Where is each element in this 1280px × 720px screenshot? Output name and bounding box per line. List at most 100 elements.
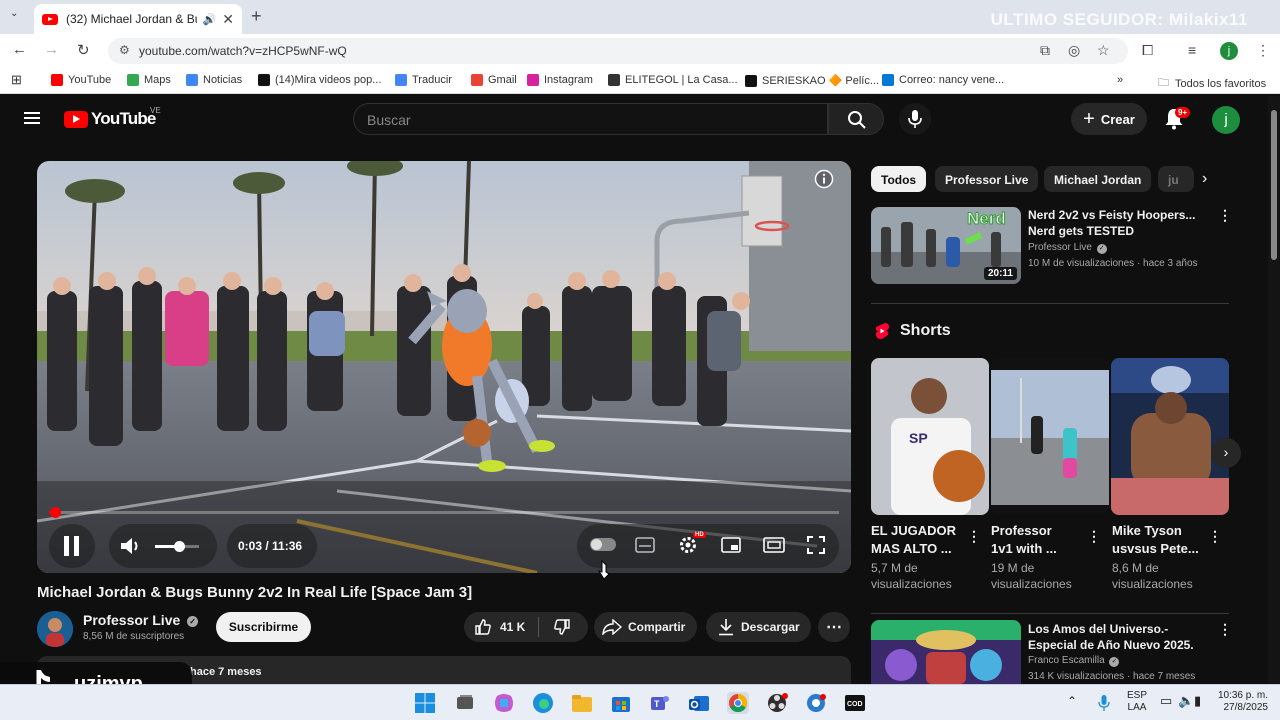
- microsoft-store-icon[interactable]: [610, 692, 632, 714]
- close-icon[interactable]: ✕: [222, 11, 234, 28]
- browser-tab-youtube[interactable]: (32) Michael Jordan & Bugs 🔊 ✕: [34, 4, 242, 34]
- youtube-logo[interactable]: YouTube: [64, 109, 156, 129]
- task-view-icon[interactable]: [454, 692, 476, 714]
- shorts-next-button[interactable]: ›: [1211, 438, 1241, 468]
- search-input[interactable]: Buscar: [353, 103, 828, 135]
- tab-search-icon[interactable]: ⌄: [10, 8, 18, 19]
- recommended-title-line1[interactable]: Nerd 2v2 vs Feisty Hoopers...: [1028, 207, 1195, 223]
- back-icon[interactable]: ←: [12, 41, 27, 58]
- bookmark-item[interactable]: Correo: nancy vene...: [882, 74, 1004, 86]
- browser-profile-avatar[interactable]: j: [1220, 42, 1238, 60]
- recommended-thumbnail[interactable]: [871, 620, 1021, 684]
- short-title-line1[interactable]: Mike Tyson: [1112, 522, 1208, 539]
- page-scrollbar[interactable]: [1268, 96, 1280, 684]
- install-app-icon[interactable]: ⧉: [1040, 42, 1050, 59]
- short-title-line1[interactable]: EL JUGADOR: [871, 522, 967, 539]
- chip-michael-jordan[interactable]: Michael Jordan: [1044, 166, 1152, 192]
- create-button[interactable]: + Crear: [1071, 103, 1147, 135]
- obs-studio-icon[interactable]: [766, 692, 788, 714]
- bookmark-item[interactable]: Instagram: [527, 74, 593, 86]
- bookmark-star-icon[interactable]: ☆: [1097, 42, 1110, 59]
- tab-audio-icon[interactable]: 🔊: [203, 13, 217, 26]
- settings-gear-icon[interactable]: [678, 535, 698, 555]
- show-hidden-icons-icon[interactable]: ⌃: [1067, 695, 1077, 707]
- bookmark-item[interactable]: Traducir: [395, 74, 452, 86]
- avatar[interactable]: j: [1212, 106, 1240, 134]
- edge-browser-icon[interactable]: [532, 692, 554, 714]
- scrollbar-thumb[interactable]: [1271, 110, 1277, 260]
- info-icon[interactable]: [814, 169, 834, 189]
- volume-control[interactable]: [109, 524, 217, 568]
- chrome-icon[interactable]: [727, 692, 749, 714]
- volume-tray-icon[interactable]: 🔈: [1178, 694, 1194, 707]
- bookmark-item[interactable]: YouTube: [51, 74, 111, 86]
- forward-icon[interactable]: →: [44, 41, 59, 58]
- subscribe-button[interactable]: Suscribirme: [216, 612, 311, 642]
- reading-list-icon[interactable]: ≡: [1188, 42, 1196, 58]
- chip-todos[interactable]: Todos: [871, 166, 927, 192]
- recommended-title-line2[interactable]: Especial de Año Nuevo 2025.: [1028, 637, 1194, 653]
- recommended-thumbnail[interactable]: Nerd 20:11: [871, 207, 1021, 284]
- tray-microphone-icon[interactable]: [1098, 695, 1110, 711]
- more-vertical-icon[interactable]: ⋮: [1218, 207, 1232, 224]
- search-button[interactable]: [828, 103, 884, 135]
- all-favorites-folder[interactable]: 🗀 Todos los favoritos: [1158, 74, 1266, 93]
- more-vertical-icon[interactable]: ⋮: [967, 528, 981, 545]
- play-pause-button[interactable]: [49, 524, 95, 568]
- reload-icon[interactable]: ↻: [77, 41, 90, 59]
- bookmark-item[interactable]: ELITEGOL | La Casa...: [608, 74, 738, 86]
- like-button[interactable]: 41 K: [464, 612, 538, 642]
- recommended-title-line1[interactable]: Los Amos del Universo.-: [1028, 621, 1168, 637]
- teams-icon[interactable]: T: [649, 692, 671, 714]
- bookmark-item[interactable]: Maps: [127, 74, 171, 86]
- short-thumbnail[interactable]: [991, 358, 1109, 515]
- theater-mode-icon[interactable]: [763, 537, 785, 553]
- eye-off-icon[interactable]: ◎: [1068, 42, 1080, 59]
- dislike-button[interactable]: [539, 612, 588, 642]
- more-bookmarks-icon[interactable]: »: [1117, 74, 1123, 86]
- short-thumbnail[interactable]: [1111, 358, 1229, 515]
- subtitles-icon[interactable]: [635, 537, 655, 553]
- autoplay-toggle[interactable]: [590, 538, 616, 551]
- bookmark-item[interactable]: Gmail: [471, 74, 517, 86]
- short-title-line2[interactable]: 1v1 with ...: [991, 540, 1087, 557]
- clock[interactable]: 10:36 p. m. 27/8/2025: [1206, 690, 1268, 714]
- apps-grid-icon[interactable]: ⊞: [11, 72, 22, 88]
- browser-menu-icon[interactable]: ⋮: [1256, 42, 1270, 59]
- outlook-icon[interactable]: [688, 692, 710, 714]
- short-title-line2[interactable]: MAS ALTO ...: [871, 540, 967, 557]
- file-explorer-icon[interactable]: [571, 692, 593, 714]
- video-player[interactable]: 0:03 / 11:36 HD: [37, 161, 851, 573]
- network-icon[interactable]: ▭: [1160, 694, 1172, 707]
- bookmark-item[interactable]: Noticias: [186, 74, 242, 86]
- download-button[interactable]: Descargar: [706, 612, 811, 642]
- bookmark-item[interactable]: SERIESKAO 🔶 Pelíc...: [745, 74, 879, 87]
- recommended-title-line2[interactable]: Nerd gets TESTED: [1028, 223, 1134, 239]
- chip-more[interactable]: ju: [1158, 166, 1194, 192]
- channel-name[interactable]: Professor Live ✓: [83, 612, 199, 628]
- short-thumbnail[interactable]: SP: [871, 358, 989, 515]
- bookmark-item[interactable]: (14)Mira videos pop...: [258, 74, 381, 86]
- more-actions-button[interactable]: ⋯: [818, 612, 850, 642]
- volume-slider-knob[interactable]: [174, 541, 186, 552]
- more-vertical-icon[interactable]: ⋮: [1208, 528, 1222, 545]
- call-of-duty-icon[interactable]: COD: [844, 692, 866, 714]
- short-title-line1[interactable]: Professor: [991, 522, 1087, 539]
- app-icon[interactable]: [805, 692, 827, 714]
- site-info-icon[interactable]: ⚙: [119, 43, 130, 57]
- volume-icon[interactable]: [120, 536, 142, 556]
- chevron-right-icon[interactable]: ›: [1202, 170, 1207, 188]
- channel-avatar[interactable]: [37, 611, 73, 647]
- fullscreen-icon[interactable]: [807, 536, 825, 554]
- extensions-icon[interactable]: ⧠: [1142, 42, 1153, 59]
- windows-start-icon[interactable]: [414, 692, 436, 714]
- copilot-icon[interactable]: [493, 692, 515, 714]
- battery-icon[interactable]: ▮: [1194, 694, 1201, 707]
- progress-scrubber[interactable]: [50, 507, 61, 518]
- more-vertical-icon[interactable]: ⋮: [1218, 621, 1232, 638]
- chip-professor-live[interactable]: Professor Live: [935, 166, 1039, 192]
- address-bar[interactable]: ⚙ youtube.com/watch?v=zHCP5wNF-wQ: [108, 38, 1128, 64]
- more-vertical-icon[interactable]: ⋮: [1087, 528, 1101, 545]
- new-tab-icon[interactable]: +: [251, 6, 262, 27]
- short-title-line2[interactable]: usvsus Pete...: [1112, 540, 1208, 557]
